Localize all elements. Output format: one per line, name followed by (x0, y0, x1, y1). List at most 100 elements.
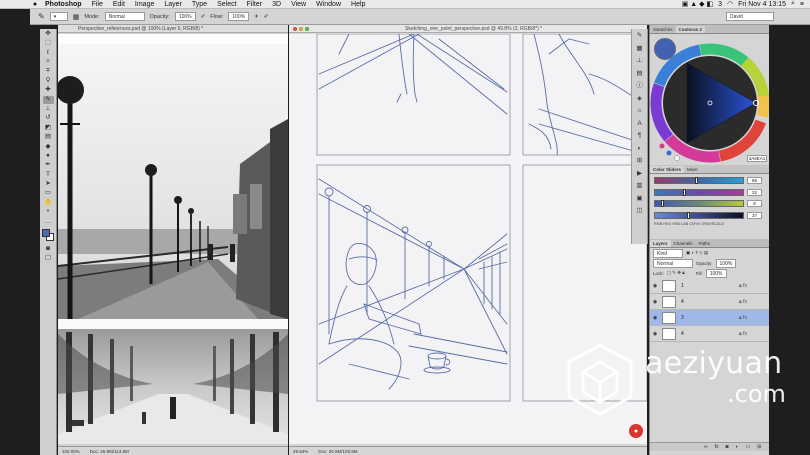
brush-tool-icon[interactable]: ✎ (38, 12, 45, 21)
slider-value-1[interactable]: 65 (747, 177, 762, 184)
tab-mixer[interactable]: Mixer (684, 166, 701, 173)
layer-row-selected[interactable]: ◉ 3 🔒︎ fx (650, 310, 770, 326)
quick-mask-icon[interactable]: ◙ (43, 245, 54, 254)
navigator-icon[interactable]: ◈ (634, 94, 645, 104)
record-mic-icon[interactable]: ● (629, 424, 643, 438)
paragraph-icon[interactable]: ¶ (634, 132, 645, 142)
menu-edit[interactable]: Edit (108, 1, 130, 8)
info-icon[interactable]: ⓘ (634, 82, 645, 92)
flow-field[interactable]: 100% (228, 12, 250, 21)
visibility-eye-icon[interactable]: ◉ (650, 315, 660, 321)
minimize-window-icon[interactable] (299, 26, 303, 31)
layer-row[interactable]: ◉ 4 🔒︎ fx (650, 326, 770, 342)
opacity-field[interactable]: 100% (174, 12, 196, 21)
airbrush-icon[interactable]: ✈ (254, 14, 259, 20)
type-tool-icon[interactable]: T (43, 171, 54, 180)
layer-row[interactable]: ◉ 4 🔒︎ fx (650, 294, 770, 310)
menu-view[interactable]: View (286, 1, 311, 8)
tab-channels[interactable]: Channels (671, 240, 696, 247)
new-group-icon[interactable]: ▭ (746, 444, 751, 450)
lock-icons[interactable]: ▢ ✎ ✥ 🔒︎ (667, 270, 685, 276)
yellow-slider[interactable] (654, 200, 744, 207)
layer-opacity-field[interactable]: 100% (715, 258, 737, 268)
reference-photos-canvas[interactable] (56, 34, 288, 444)
gradient-tool-icon[interactable]: ▤ (43, 133, 54, 142)
layer-name[interactable]: 4 (681, 299, 739, 305)
notes-icon[interactable]: ▣ (634, 194, 645, 204)
menu-app[interactable]: Photoshop (40, 1, 87, 8)
link-layers-icon[interactable]: ∞ (704, 444, 708, 450)
eyedropper-tool-icon[interactable]: ⚲ (43, 77, 54, 86)
menu-file[interactable]: File (87, 1, 108, 8)
adjustment-layer-icon[interactable]: ◐ (736, 444, 739, 450)
fill-field[interactable]: 100% (705, 268, 727, 278)
menu-3d[interactable]: 3D (267, 1, 286, 8)
dodge-tool-icon[interactable]: ● (43, 152, 54, 161)
layer-name[interactable]: 1 (681, 283, 739, 289)
menu-window[interactable]: Window (311, 1, 346, 8)
status-icons[interactable]: ▣ ▲ ◆ ◧ (682, 0, 713, 8)
adjustments-icon[interactable]: ◐ (634, 144, 645, 154)
sketch-zoom-level[interactable]: 49.84% (293, 449, 308, 454)
menu-image[interactable]: Image (130, 1, 159, 8)
brush-tool-icon[interactable]: ✎ (42, 95, 54, 105)
menu-select[interactable]: Select (212, 1, 241, 8)
history-icon[interactable]: ▤ (634, 69, 645, 79)
clock[interactable]: Fri Nov 4 13:15 (738, 1, 786, 8)
tab-paths[interactable]: Paths (696, 240, 714, 247)
3d-icon[interactable]: ◫ (634, 207, 645, 217)
tab-layers[interactable]: Layers (650, 240, 671, 247)
zoom-window-icon[interactable] (305, 26, 309, 31)
apple-icon[interactable]: ● (30, 1, 40, 8)
brush-preset-picker[interactable]: ▾ (49, 12, 68, 21)
reference-zoom-level[interactable]: 100.00% (62, 449, 80, 454)
hand-tool-icon[interactable]: ✋ (43, 199, 54, 208)
history-brush-tool-icon[interactable]: ↺ (43, 114, 54, 123)
clone-source-icon[interactable]: ⊥ (634, 57, 645, 67)
tab-color-sliders[interactable]: Color Sliders (650, 166, 685, 173)
crop-tool-icon[interactable]: ⌗ (43, 67, 54, 76)
eraser-tool-icon[interactable]: ◩ (43, 124, 54, 133)
lasso-tool-icon[interactable]: ℓ (43, 49, 54, 58)
actions-icon[interactable]: ▶ (634, 169, 645, 179)
blur-tool-icon[interactable]: ◆ (43, 142, 54, 151)
search-icon[interactable]: ⌕ (791, 0, 795, 8)
cyan-slider[interactable] (654, 177, 744, 184)
tool-presets-icon[interactable]: ☼ (634, 107, 645, 117)
marquee-tool-icon[interactable]: ⬚ (43, 39, 54, 48)
quick-select-tool-icon[interactable]: ✧ (43, 58, 54, 67)
wifi-icon[interactable]: ◠ (727, 0, 733, 8)
pressure-opacity-icon[interactable]: ✐ (201, 14, 206, 20)
new-layer-icon[interactable]: ⊞ (757, 444, 761, 450)
magenta-slider[interactable] (654, 188, 744, 196)
extra-tools-icon[interactable]: … (43, 218, 54, 227)
slider-value-2[interactable]: 32 (747, 188, 762, 196)
sketch-document-tab[interactable]: Sketching_one_point_perspective.psd @ 49… (289, 25, 647, 33)
add-style-icon[interactable]: fx (715, 444, 719, 450)
menu-type[interactable]: Type (187, 1, 212, 8)
hex-value-field[interactable]: 3A6EA1 (747, 155, 767, 162)
layer-name[interactable]: 3 (681, 315, 739, 321)
foreground-color-swatch[interactable] (42, 229, 50, 238)
blend-mode-select[interactable]: Normal (653, 258, 693, 268)
reference-document-tab[interactable]: Perspective_references.psd @ 100% (Layer… (58, 25, 288, 33)
workspace-select[interactable]: David (726, 12, 774, 21)
visibility-eye-icon[interactable]: ◉ (650, 299, 660, 305)
slider-value-4[interactable]: 37 (747, 211, 762, 219)
shape-tool-icon[interactable]: ▭ (43, 189, 54, 198)
zoom-tool-icon[interactable]: ⚬ (43, 208, 54, 217)
move-tool-icon[interactable]: ✥ (43, 30, 54, 39)
visibility-eye-icon[interactable]: ◉ (650, 283, 660, 289)
list-icon[interactable]: ≡ (800, 1, 804, 8)
slider-value-3[interactable]: 8 (747, 200, 762, 207)
mode-select[interactable]: Normal (104, 12, 145, 21)
brush-presets-icon[interactable]: ▦ (634, 44, 645, 54)
sketch-canvas[interactable] (289, 33, 648, 444)
brush-panel-icon[interactable]: ▦ (73, 13, 80, 21)
add-mask-icon[interactable]: ◙ (725, 444, 728, 450)
menu-filter[interactable]: Filter (242, 1, 268, 8)
tab-coolorus[interactable]: Coolorus 2 (675, 26, 706, 33)
layer-row[interactable]: ◉ 1 🔒︎ fx (650, 278, 770, 294)
pressure-size-icon[interactable]: ✐ (264, 14, 269, 20)
pen-tool-icon[interactable]: ✒ (43, 161, 54, 170)
